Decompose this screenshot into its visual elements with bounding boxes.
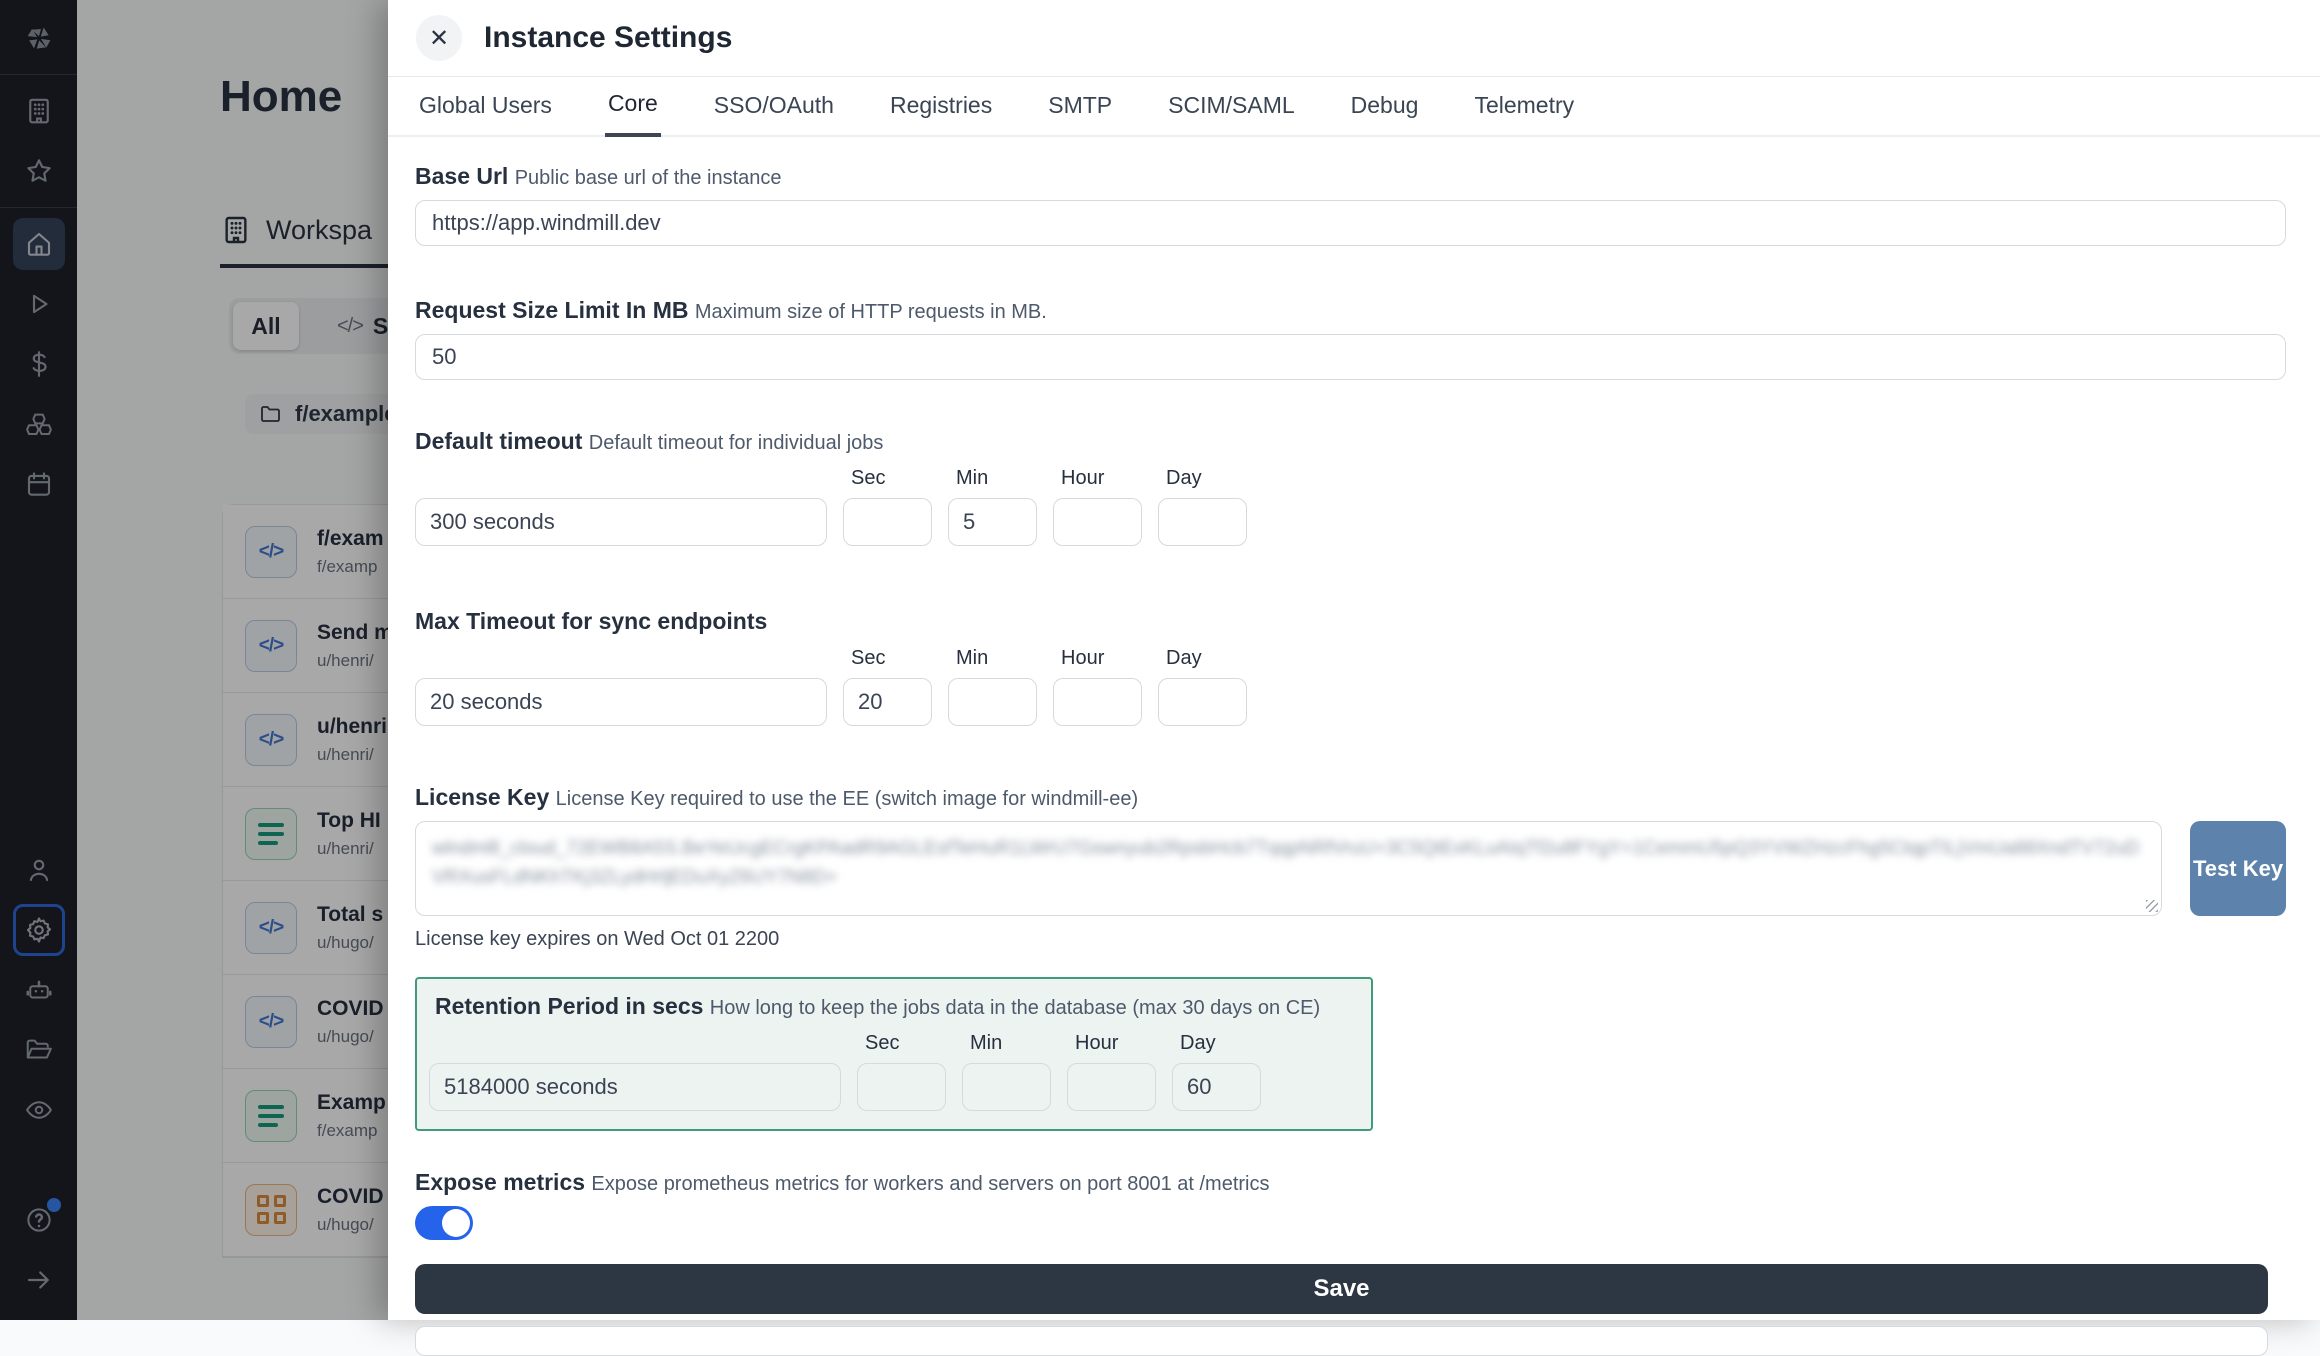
min-label: Min [956, 647, 1037, 670]
tab-core[interactable]: Core [605, 90, 661, 137]
license-expiry-text: License key expires on Wed Oct 01 2200 [415, 928, 2286, 951]
expose-metrics-toggle[interactable] [415, 1206, 473, 1240]
max-timeout-label: Max Timeout for sync endpoints [415, 608, 2286, 635]
tab-global-users[interactable]: Global Users [416, 92, 555, 135]
max-timeout-hour-input[interactable] [1053, 678, 1142, 726]
retention-label: Retention Period in secs How long to kee… [435, 993, 1353, 1020]
default-timeout-help: Default timeout for individual jobs [589, 432, 884, 454]
max-timeout-input[interactable] [415, 678, 827, 726]
save-button[interactable]: Save [415, 1264, 2268, 1314]
retention-highlight-box: Retention Period in secs How long to kee… [415, 977, 1373, 1131]
next-field-partial[interactable] [415, 1326, 2268, 1356]
default-timeout-sec-input[interactable] [843, 498, 932, 546]
settings-content: Base Url Public base url of the instance… [388, 137, 2320, 1356]
license-key-label: License Key License Key required to use … [415, 784, 2286, 811]
retention-input[interactable] [429, 1063, 841, 1111]
retention-sec-input[interactable] [857, 1063, 946, 1111]
tab-telemetry[interactable]: Telemetry [1471, 92, 1577, 135]
close-icon: ✕ [429, 24, 449, 53]
tab-scim-saml[interactable]: SCIM/SAML [1165, 92, 1298, 135]
toggle-knob [442, 1209, 470, 1237]
tab-registries[interactable]: Registries [887, 92, 995, 135]
sec-label: Sec [851, 467, 932, 490]
retention-day-input[interactable] [1172, 1063, 1261, 1111]
base-url-help: Public base url of the instance [515, 167, 782, 189]
retention-hour-input[interactable] [1067, 1063, 1156, 1111]
max-timeout-min-input[interactable] [948, 678, 1037, 726]
min-label: Min [956, 467, 1037, 490]
license-key-help: License Key required to use the EE (swit… [556, 788, 1138, 810]
default-timeout-label: Default timeout Default timeout for indi… [415, 428, 2286, 455]
hour-label: Hour [1075, 1032, 1156, 1055]
sec-label: Sec [851, 647, 932, 670]
expose-metrics-help: Expose prometheus metrics for workers an… [591, 1173, 1269, 1195]
base-url-input[interactable] [415, 200, 2286, 246]
drawer-header: ✕ Instance Settings [388, 0, 2320, 77]
drawer-title: Instance Settings [484, 21, 732, 55]
request-size-label: Request Size Limit In MB Maximum size of… [415, 297, 2286, 324]
retention-help: How long to keep the jobs data in the da… [710, 997, 1320, 1019]
request-size-input[interactable] [415, 334, 2286, 380]
license-key-value-blurred: wlndmlll_cloud_72EWB8A5S.BeYeUcgECrgKPAa… [432, 834, 2145, 893]
max-timeout-day-input[interactable] [1158, 678, 1247, 726]
base-url-label: Base Url Public base url of the instance [415, 163, 2286, 190]
min-label: Min [970, 1032, 1051, 1055]
default-timeout-hour-input[interactable] [1053, 498, 1142, 546]
default-timeout-input[interactable] [415, 498, 827, 546]
resize-handle[interactable] [2146, 900, 2158, 912]
test-key-button[interactable]: Test Key [2190, 821, 2286, 916]
default-timeout-min-input[interactable] [948, 498, 1037, 546]
request-size-help: Maximum size of HTTP requests in MB. [695, 301, 1047, 323]
hour-label: Hour [1061, 647, 1142, 670]
hour-label: Hour [1061, 467, 1142, 490]
license-key-textarea[interactable]: wlndmlll_cloud_72EWB8A5S.BeYeUcgECrgKPAa… [415, 821, 2162, 916]
settings-tabs: Global Users Core SSO/OAuth Registries S… [388, 77, 2320, 137]
tab-smtp[interactable]: SMTP [1045, 92, 1115, 135]
default-timeout-day-input[interactable] [1158, 498, 1247, 546]
expose-metrics-label: Expose metrics Expose prometheus metrics… [415, 1169, 2286, 1196]
tab-debug[interactable]: Debug [1348, 92, 1422, 135]
sec-label: Sec [865, 1032, 946, 1055]
retention-min-input[interactable] [962, 1063, 1051, 1111]
day-label: Day [1166, 647, 1247, 670]
tab-sso-oauth[interactable]: SSO/OAuth [711, 92, 837, 135]
instance-settings-drawer: ✕ Instance Settings Global Users Core SS… [388, 0, 2320, 1320]
close-button[interactable]: ✕ [416, 15, 462, 61]
day-label: Day [1166, 467, 1247, 490]
max-timeout-sec-input[interactable] [843, 678, 932, 726]
day-label: Day [1180, 1032, 1261, 1055]
